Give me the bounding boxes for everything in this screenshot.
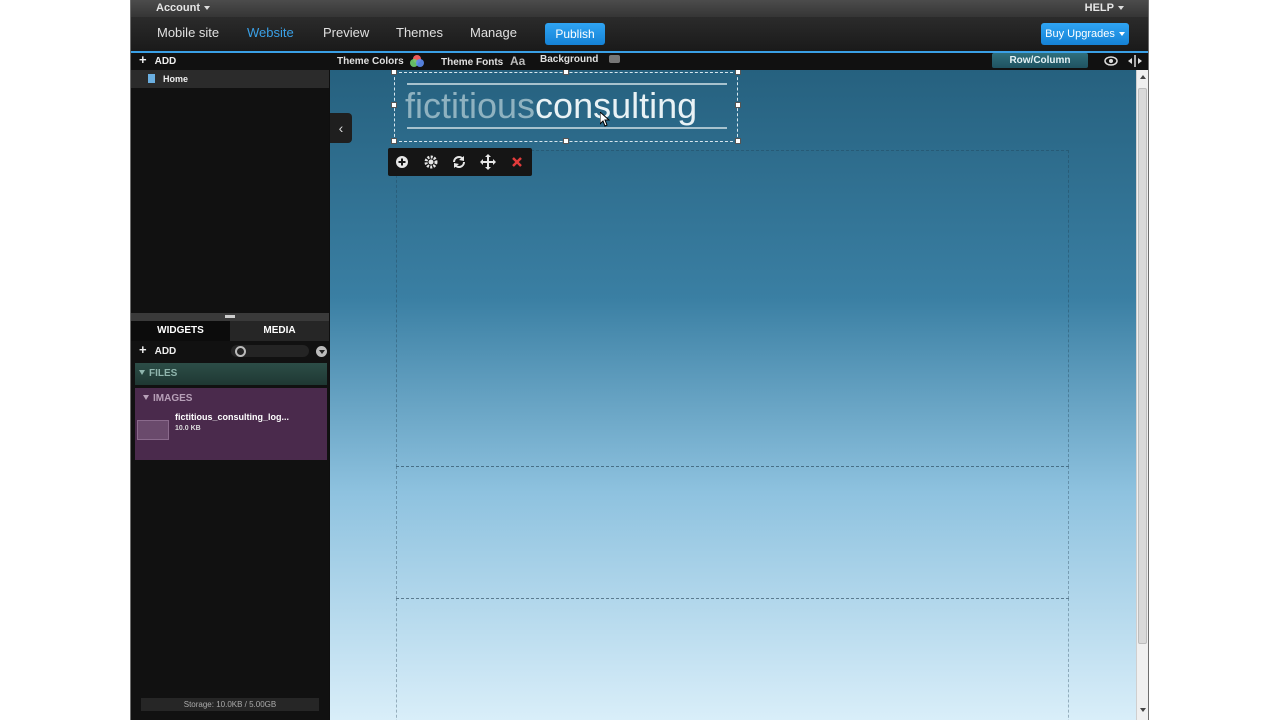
left-panel: Home WIDGETS MEDIA + ADD FILES IMAGES fic… xyxy=(131,70,329,720)
resize-handle[interactable] xyxy=(391,70,397,75)
widget-toolbar xyxy=(388,148,532,176)
eye-icon[interactable] xyxy=(1104,55,1118,67)
content-row[interactable] xyxy=(396,466,1069,599)
scroll-down-icon[interactable] xyxy=(1140,708,1146,712)
scroll-up-icon[interactable] xyxy=(1140,75,1146,79)
add-circle-icon[interactable] xyxy=(394,154,410,170)
image-file-name[interactable]: fictitious_consulting_log... xyxy=(175,412,289,422)
filter-dropdown-icon[interactable] xyxy=(316,346,327,357)
account-menu[interactable]: Account xyxy=(156,2,210,14)
resize-width-icon[interactable] xyxy=(1127,55,1143,67)
triangle-down-icon xyxy=(143,395,149,401)
theme-colors-button[interactable]: Theme Colors xyxy=(337,54,425,68)
chevron-down-icon xyxy=(204,6,210,11)
resize-handle[interactable] xyxy=(391,138,397,144)
nav-preview[interactable]: Preview xyxy=(323,25,369,40)
background-button[interactable]: Background xyxy=(540,54,621,65)
images-section-header[interactable]: IMAGES xyxy=(139,393,192,404)
refresh-icon[interactable] xyxy=(451,154,467,170)
delete-icon[interactable] xyxy=(509,154,525,170)
top-bar: Account HELP xyxy=(131,0,1148,17)
page-icon xyxy=(148,74,155,83)
page-canvas[interactable]: ‹ fictitiousconsulting xyxy=(330,70,1136,720)
scrollbar-thumb[interactable] xyxy=(1138,88,1147,644)
logo-widget[interactable]: fictitiousconsulting xyxy=(394,72,738,142)
canvas-scrollbar[interactable] xyxy=(1136,70,1148,720)
images-section: IMAGES fictitious_consulting_log... 10.0… xyxy=(135,388,327,460)
nav-website[interactable]: Website xyxy=(247,25,294,40)
add-media-button[interactable]: + ADD xyxy=(139,342,176,357)
resize-handle[interactable] xyxy=(735,102,741,108)
plus-icon: + xyxy=(139,52,147,67)
media-search-input[interactable] xyxy=(231,345,309,357)
buy-upgrades-button[interactable]: Buy Upgrades xyxy=(1041,23,1129,45)
image-file-size: 10.0 KB xyxy=(175,425,201,432)
resize-handle[interactable] xyxy=(735,138,741,144)
publish-button[interactable]: Publish xyxy=(545,23,605,45)
main-nav: Mobile site Website Preview Themes Manag… xyxy=(131,17,1148,51)
panel-splitter[interactable] xyxy=(131,313,329,321)
triangle-down-icon xyxy=(139,370,145,376)
nav-themes[interactable]: Themes xyxy=(396,25,443,40)
logo-text: fictitiousconsulting xyxy=(405,85,698,126)
resize-handle[interactable] xyxy=(563,138,569,144)
resize-handle[interactable] xyxy=(563,70,569,75)
plus-icon: + xyxy=(139,342,147,357)
files-section-header[interactable]: FILES xyxy=(135,363,327,385)
resize-handle[interactable] xyxy=(391,102,397,108)
mouse-cursor-icon xyxy=(600,112,610,127)
help-menu[interactable]: HELP xyxy=(1085,2,1124,14)
color-wheel-icon xyxy=(410,55,425,67)
widgets-media-tabs: WIDGETS MEDIA xyxy=(131,321,329,341)
chevron-down-icon xyxy=(1118,6,1124,11)
site-builder-app: Account HELP Mobile site Website Preview… xyxy=(130,0,1149,720)
tab-media[interactable]: MEDIA xyxy=(230,321,329,341)
collapse-panel-button[interactable]: ‹ xyxy=(330,113,352,143)
nav-manage[interactable]: Manage xyxy=(470,25,517,40)
logo-bottom-rule xyxy=(407,127,727,129)
row-column-editing-button[interactable]: Row/Column Editing xyxy=(992,53,1088,81)
chevron-left-icon: ‹ xyxy=(338,120,344,136)
content-row[interactable] xyxy=(396,150,1069,467)
gear-icon[interactable] xyxy=(423,154,439,170)
chevron-down-icon xyxy=(1118,32,1125,37)
search-icon xyxy=(235,346,246,357)
nav-mobile-site[interactable]: Mobile site xyxy=(157,25,219,40)
font-icon: Aa xyxy=(510,54,526,68)
add-page-button[interactable]: + ADD xyxy=(139,52,176,67)
theme-fonts-button[interactable]: Theme Fonts Aa xyxy=(441,54,525,68)
tab-widgets[interactable]: WIDGETS xyxy=(131,321,230,341)
background-swatch-icon xyxy=(609,55,621,63)
resize-handle[interactable] xyxy=(735,70,741,75)
image-thumbnail[interactable] xyxy=(137,420,169,440)
content-row[interactable] xyxy=(396,598,1069,720)
page-item-home[interactable]: Home xyxy=(131,70,329,88)
drag-handle-icon xyxy=(225,315,235,318)
editor-toolbar: + ADD Theme Colors Theme Fonts Aa Backgro… xyxy=(131,52,1148,81)
move-icon[interactable] xyxy=(480,154,496,170)
storage-indicator: Storage: 10.0KB / 5.00GB xyxy=(141,698,319,711)
